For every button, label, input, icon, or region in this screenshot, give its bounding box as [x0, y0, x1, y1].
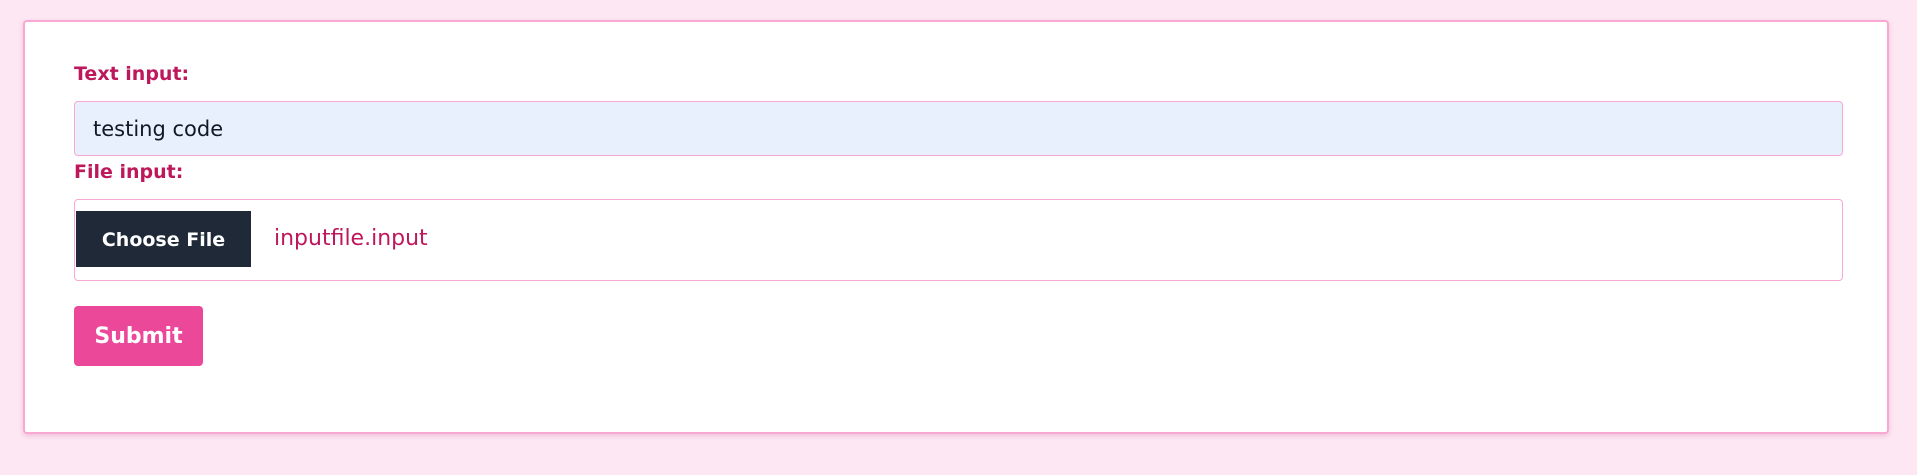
form-card: Text input: File input: Choose File inpu… [23, 20, 1889, 434]
selected-file-name: inputfile.input [274, 226, 428, 251]
text-input-label: Text input: [74, 63, 190, 85]
file-input[interactable]: Choose File inputfile.input [74, 199, 1843, 281]
file-input-label: File input: [74, 161, 184, 183]
choose-file-button[interactable]: Choose File [76, 211, 251, 267]
text-input[interactable] [74, 101, 1843, 156]
submit-button[interactable]: Submit [74, 306, 203, 366]
